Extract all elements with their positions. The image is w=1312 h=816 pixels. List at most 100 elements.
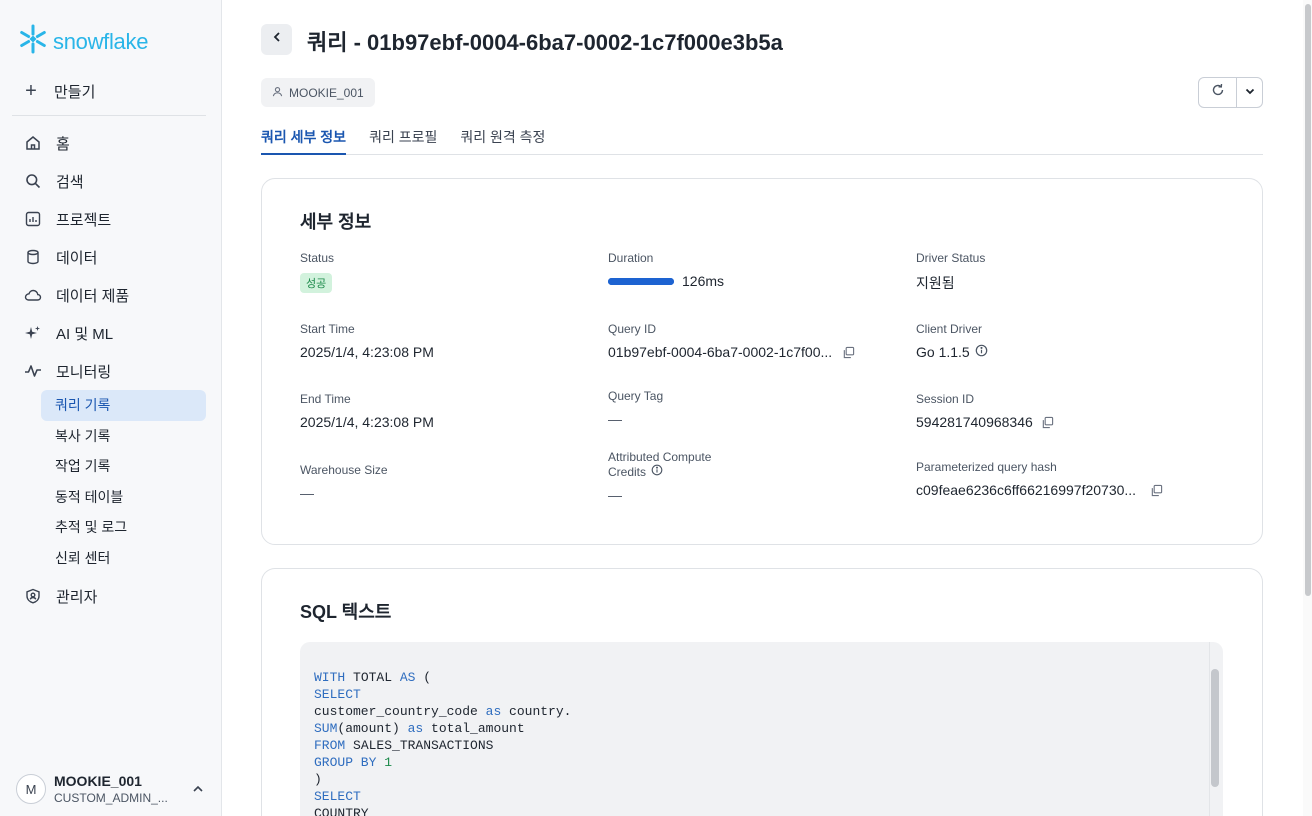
- duration-bar-fill: [608, 277, 674, 285]
- end-time-value: 2025/1/4, 4:23:08 PM: [300, 414, 434, 430]
- tab-query-telemetry[interactable]: 쿼리 원격 측정: [460, 126, 545, 155]
- sql-keyword: FROM: [314, 738, 346, 753]
- credits-label-line2: Credits: [608, 464, 647, 479]
- chevron-up-icon[interactable]: [190, 781, 206, 797]
- code-scroll-track: [1209, 642, 1223, 816]
- sidebar-item-monitoring[interactable]: 모니터링: [0, 352, 222, 390]
- sidebar-item-label: 관리자: [56, 588, 98, 606]
- home-icon: [24, 134, 42, 152]
- subitem-label: 복사 기록: [55, 427, 111, 444]
- sidebar-subitem-dynamic-tables[interactable]: 동적 테이블: [41, 482, 206, 513]
- page-scrollbar-track: [1303, 0, 1312, 816]
- sql-text: total_amount: [423, 721, 525, 736]
- client-driver-value-wrap: Go 1.1.5: [916, 344, 988, 360]
- status-value-wrap: 성공: [300, 273, 334, 293]
- sidebar-item-projects[interactable]: 프로젝트: [0, 200, 222, 238]
- status-label: Status: [300, 251, 335, 265]
- duration-bar: [608, 277, 674, 285]
- sidebar-item-data-products[interactable]: 데이터 제품: [0, 276, 222, 314]
- session-id-field: Session ID 594281740968346: [916, 392, 1054, 430]
- sql-code-block[interactable]: WITH TOTAL AS (SELECT customer_country_co…: [300, 642, 1223, 816]
- session-id-label: Session ID: [916, 392, 975, 406]
- sidebar-subitem-copy-history[interactable]: 복사 기록: [41, 421, 206, 452]
- sidebar-item-home[interactable]: 홈: [0, 124, 222, 162]
- page-title: 쿼리 - 01b97ebf-0004-6ba7-0002-1c7f000e3b5…: [307, 30, 783, 55]
- create-button[interactable]: + 만들기: [22, 80, 95, 103]
- sidebar-subitem-trust-center[interactable]: 신뢰 센터: [41, 543, 206, 574]
- sidebar-item-label: 데이터 제품: [56, 287, 130, 305]
- start-time-label: Start Time: [300, 322, 355, 336]
- plus-icon: +: [25, 80, 37, 102]
- create-label: 만들기: [54, 84, 96, 101]
- avatar: M: [16, 774, 46, 804]
- driver-status-value: 지원됨: [916, 275, 955, 291]
- code-line: FROM SALES_TRANSACTIONS: [314, 737, 1209, 754]
- sidebar-item-ai-ml[interactable]: AI 및 ML: [0, 314, 222, 352]
- tab-query-details[interactable]: 쿼리 세부 정보: [261, 126, 347, 155]
- sidebar-item-label: 데이터: [56, 249, 98, 267]
- sql-keyword: GROUP BY: [314, 755, 377, 770]
- credits-label-line2-wrap: Credits: [608, 464, 711, 479]
- logo-text: snowflake: [53, 28, 149, 54]
- credits-label-line1: Attributed Compute: [608, 450, 712, 464]
- copy-icon[interactable]: [1041, 416, 1054, 429]
- pq-hash-value: c09feae6236c6ff66216997f20730...: [916, 482, 1137, 498]
- duration-value: 126ms: [682, 273, 725, 289]
- code-line: SUM(amount) as total_amount: [314, 720, 1209, 737]
- sidebar-subitem-task-history[interactable]: 작업 기록: [41, 451, 206, 482]
- sql-keyword: SELECT: [314, 789, 361, 804]
- code-line: ): [314, 771, 1209, 788]
- user-chip-label: MOOKIE_001: [289, 85, 364, 100]
- code-scrollbar[interactable]: [1211, 669, 1219, 787]
- sidebar-item-label: 프로젝트: [56, 211, 112, 229]
- main-content: 쿼리 - 01b97ebf-0004-6ba7-0002-1c7f000e3b5…: [222, 0, 1312, 816]
- sidebar-item-label: 모니터링: [56, 363, 112, 381]
- info-icon[interactable]: [975, 344, 988, 360]
- query-id-label: Query ID: [608, 322, 657, 336]
- project-icon: [24, 210, 42, 228]
- sidebar-item-admin[interactable]: 관리자: [0, 577, 222, 615]
- info-icon[interactable]: [651, 464, 663, 479]
- code-line: GROUP BY 1: [314, 754, 1209, 771]
- warehouse-size-value: —: [300, 485, 314, 501]
- details-title: 세부 정보: [300, 212, 372, 232]
- sql-text: ): [314, 772, 322, 787]
- more-dropdown-button[interactable]: [1237, 78, 1262, 107]
- subitem-label: 추적 및 로그: [55, 519, 128, 536]
- cloud-icon: [24, 286, 42, 304]
- sql-number: 1: [384, 755, 393, 770]
- search-icon: [24, 172, 42, 190]
- session-id-value: 594281740968346: [916, 414, 1033, 430]
- chevron-down-icon: [1244, 84, 1256, 102]
- sql-text: (: [415, 670, 432, 685]
- refresh-icon: [1211, 83, 1225, 102]
- code-line: COUNTRY: [314, 805, 1209, 816]
- refresh-button[interactable]: [1199, 78, 1238, 107]
- code-line: SELECT: [314, 788, 1209, 805]
- sidebar-subitem-traces-logs[interactable]: 추적 및 로그: [41, 512, 206, 543]
- sql-text: country.: [501, 704, 572, 719]
- tab-query-profile[interactable]: 쿼리 프로필: [369, 126, 437, 155]
- sidebar-divider: [12, 115, 206, 116]
- user-menu[interactable]: M MOOKIE_001 CUSTOM_ADMIN_...: [16, 773, 206, 805]
- snowflake-logo[interactable]: snowflake: [17, 23, 148, 60]
- sidebar-item-data[interactable]: 데이터: [0, 238, 222, 276]
- sidebar-subitem-query-history[interactable]: 쿼리 기록: [41, 390, 206, 421]
- subitem-label: 작업 기록: [55, 458, 111, 475]
- status-badge: 성공: [300, 273, 333, 293]
- copy-icon[interactable]: [1150, 484, 1163, 497]
- shield-icon: [24, 587, 42, 605]
- sql-text: (amount): [337, 721, 408, 736]
- warehouse-size-label: Warehouse Size: [300, 463, 388, 477]
- client-driver-value: Go 1.1.5: [916, 344, 970, 360]
- session-id-value-wrap: 594281740968346: [916, 414, 1054, 430]
- sql-card: SQL 텍스트 WITH TOTAL AS (SELECT customer_co…: [261, 568, 1263, 816]
- copy-icon[interactable]: [842, 346, 855, 359]
- sidebar-nav: 홈 검색 프로젝트 데이터 데이터 제품 AI 및 ML 모니터링 쿼리 기록 …: [0, 124, 222, 615]
- back-button[interactable]: [261, 24, 292, 55]
- duration-label: Duration: [608, 251, 654, 265]
- page-scrollbar[interactable]: [1305, 4, 1311, 596]
- sidebar-item-search[interactable]: 검색: [0, 162, 222, 200]
- details-card: 세부 정보 Status 성공 Duration 126ms Driver St…: [261, 178, 1263, 545]
- chevron-left-icon: [270, 30, 284, 49]
